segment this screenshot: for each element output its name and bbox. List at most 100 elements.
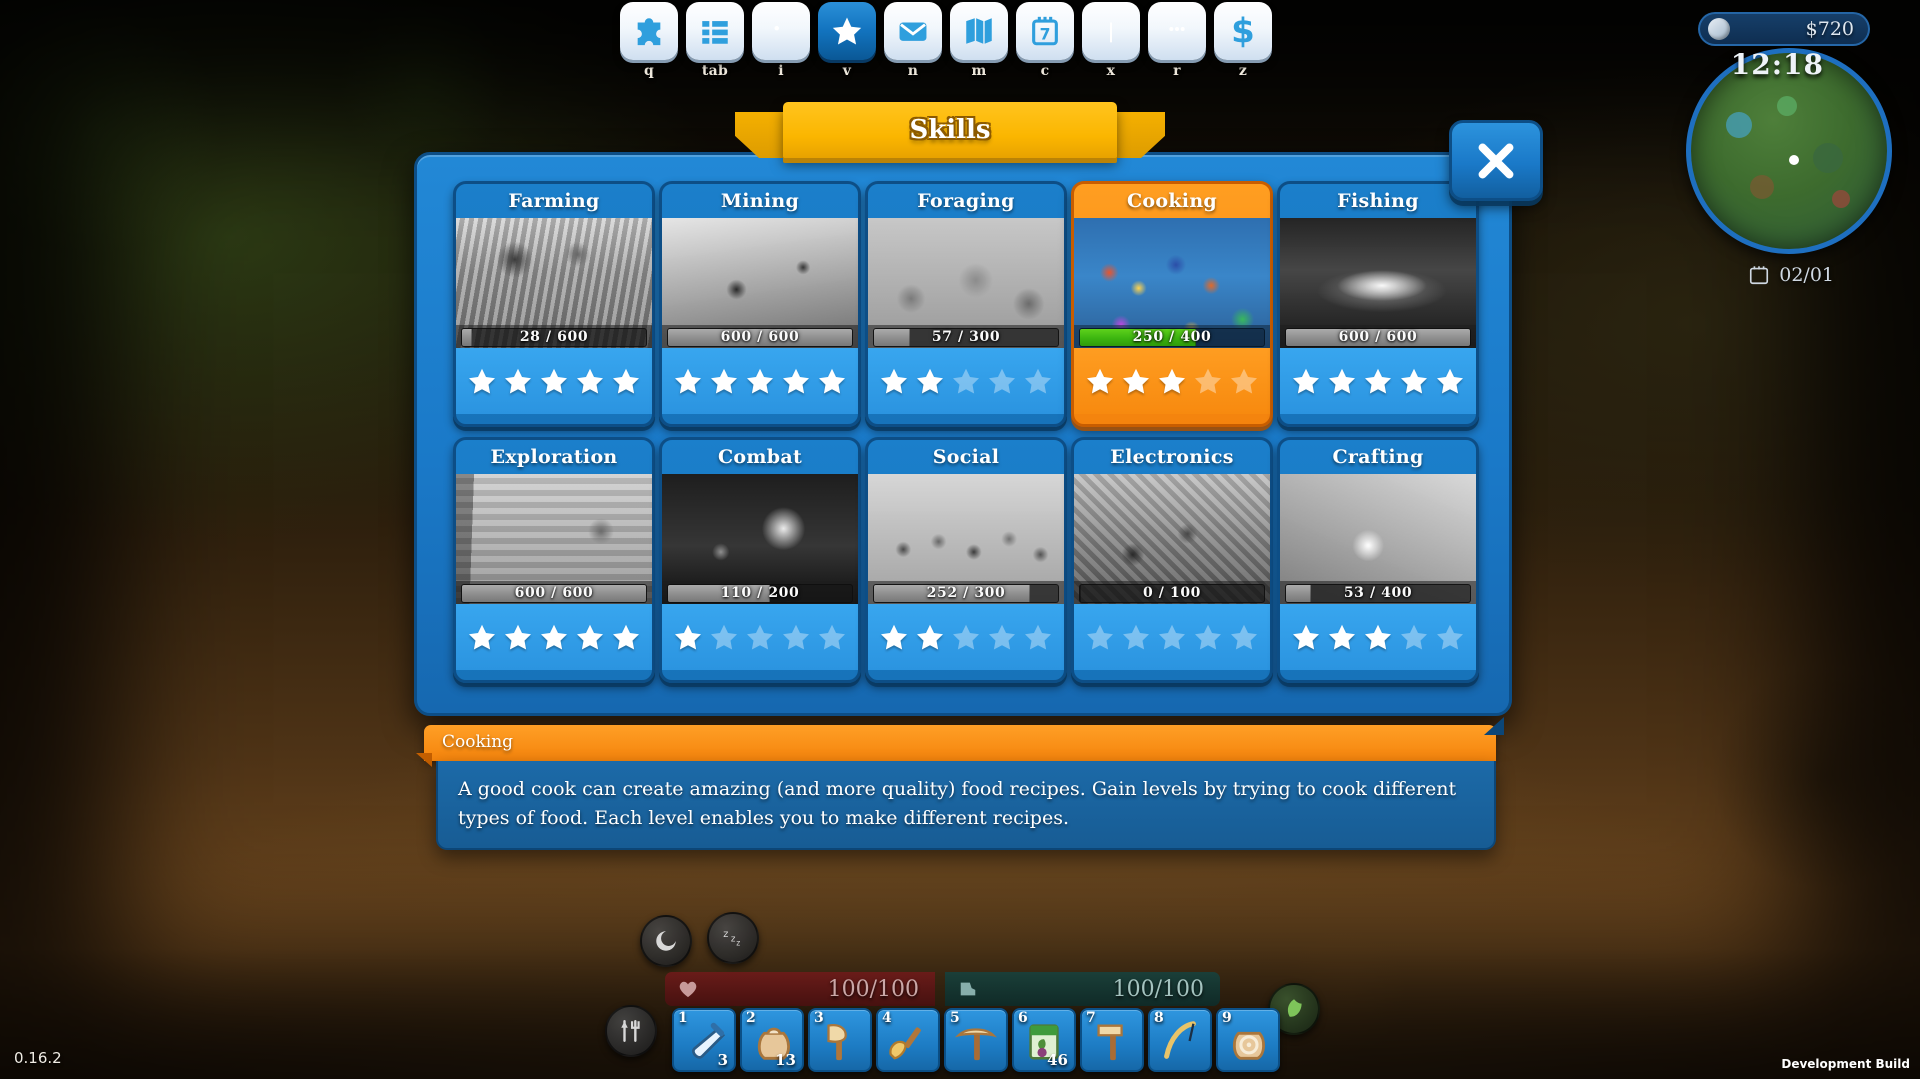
skill-card-foraging[interactable]: Foraging 57 / 300 — [865, 181, 1067, 427]
tools-button[interactable] — [605, 1005, 657, 1057]
toolbar-button-m[interactable] — [950, 2, 1008, 60]
skill-thumbnail: 600 / 600 — [456, 474, 652, 604]
hotbar-item-quantity: 13 — [775, 1051, 796, 1069]
hotbar-slot-2[interactable]: 2 13 — [740, 1008, 804, 1072]
skill-name: Cooking — [1126, 190, 1218, 212]
skill-card-mining[interactable]: Mining 600 / 600 — [659, 181, 861, 427]
hotbar-slot-9[interactable]: 9 — [1216, 1008, 1280, 1072]
toolbar-item-q: q — [620, 2, 678, 79]
skill-star-row — [456, 604, 652, 670]
skills-banner: Skills — [735, 102, 1165, 164]
calendar-icon — [1750, 266, 1769, 285]
hotbar-slot-7[interactable]: 7 — [1080, 1008, 1144, 1072]
skill-card-exploration[interactable]: Exploration 600 / 600 — [453, 437, 655, 683]
toolbar-button-z[interactable]: $ — [1214, 2, 1272, 60]
skills-grid: Farming 28 / 600 Mining 600 / 600 Foraging 57… — [453, 181, 1479, 683]
progress-label: 600 / 600 — [514, 584, 594, 601]
chat-icon — [1169, 27, 1185, 32]
skill-star-filled — [469, 368, 495, 394]
skill-card-combat[interactable]: Combat 110 / 200 — [659, 437, 861, 683]
list-icon — [702, 21, 728, 44]
hotbar-slot-6[interactable]: 6 46 — [1012, 1008, 1076, 1072]
skill-star-filled — [541, 368, 567, 394]
toolbar-button-n[interactable] — [884, 2, 942, 60]
close-button[interactable] — [1449, 120, 1543, 201]
hotkey-toolbar: q tab i v n m 7 c x r $ z — [620, 2, 1272, 79]
skill-progress-bar: 0 / 100 — [1074, 581, 1270, 604]
puzzle-icon — [637, 18, 661, 46]
skill-star-filled — [1437, 368, 1463, 394]
skill-star-filled — [1365, 624, 1391, 650]
skill-thumbnail: 250 / 400 — [1074, 218, 1270, 348]
toolbar-button-q[interactable] — [620, 2, 678, 60]
skill-star-filled — [1293, 624, 1319, 650]
hotbar-slot-3[interactable]: 3 — [808, 1008, 872, 1072]
hotbar-slot-1[interactable]: 13 — [672, 1008, 736, 1072]
sleep-button[interactable] — [640, 915, 692, 967]
skill-star-filled — [577, 624, 603, 650]
date-text: 02/01 — [1779, 264, 1834, 286]
boot-icon — [960, 982, 976, 996]
toolbar-button-x[interactable] — [1082, 2, 1140, 60]
skill-star-empty — [819, 624, 845, 650]
skill-card-electronics[interactable]: Electronics 0 / 100 — [1071, 437, 1273, 683]
skill-star-row — [456, 348, 652, 414]
skill-star-row — [662, 348, 858, 414]
skill-name: Electronics — [1110, 446, 1234, 468]
skill-star-empty — [747, 624, 773, 650]
map-icon — [966, 18, 992, 44]
toolbar-key-label: z — [1238, 63, 1248, 79]
toolbar-item-x: x — [1082, 2, 1140, 79]
progress-label: 28 / 600 — [519, 328, 589, 345]
skill-thumbnail: 110 / 200 — [662, 474, 858, 604]
skill-thumbnail: 28 / 600 — [456, 218, 652, 348]
skill-name: Fishing — [1337, 190, 1419, 212]
progress-label: 600 / 600 — [1338, 328, 1418, 345]
skill-star-filled — [1329, 368, 1355, 394]
skill-star-filled — [881, 624, 907, 650]
skill-progress-bar: 110 / 200 — [662, 581, 858, 604]
minimap-dirt-blob — [1749, 174, 1774, 199]
description-text: A good cook can create amazing (and more… — [458, 778, 1457, 829]
skill-star-empty — [1025, 368, 1051, 394]
money-display: $720 — [1698, 12, 1870, 46]
toolbar-key-label: x — [1106, 63, 1116, 79]
skill-card-farming[interactable]: Farming 28 / 600 — [453, 181, 655, 427]
skill-star-filled — [1087, 368, 1113, 394]
skill-star-empty — [711, 624, 737, 650]
toolbar-item-c: 7c — [1016, 2, 1074, 79]
rest-button[interactable]: z z z — [707, 912, 759, 964]
toolbar-button-v[interactable] — [818, 2, 876, 60]
toolbar-button-tab[interactable] — [686, 2, 744, 60]
skill-card-social[interactable]: Social 252 / 300 — [865, 437, 1067, 683]
skill-name: Farming — [508, 190, 600, 212]
sleep-icon — [656, 931, 676, 951]
toolbar-button-r[interactable] — [1148, 2, 1206, 60]
skill-card-fishing[interactable]: Fishing 600 / 600 — [1277, 181, 1479, 427]
toolbar-item-m: m — [950, 2, 1008, 79]
skill-star-filled — [917, 368, 943, 394]
skill-star-row — [1074, 604, 1270, 670]
progress-label: 110 / 200 — [720, 584, 800, 601]
skill-star-filled — [747, 368, 773, 394]
skill-card-crafting[interactable]: Crafting 53 / 400 — [1277, 437, 1479, 683]
skill-star-filled — [783, 368, 809, 394]
skill-star-empty — [953, 368, 979, 394]
hotbar-slot-5[interactable]: 5 — [944, 1008, 1008, 1072]
skill-thumbnail: 600 / 600 — [1280, 218, 1476, 348]
toolbar-button-i[interactable] — [752, 2, 810, 60]
skill-star-filled — [675, 624, 701, 650]
pickaxe-icon — [954, 1028, 998, 1061]
toolbar-key-label: r — [1173, 63, 1181, 79]
skill-star-empty — [1123, 624, 1149, 650]
skill-card-cooking[interactable]: Cooking 250 / 400 — [1071, 181, 1273, 427]
hotbar-slot-8[interactable]: 8 — [1148, 1008, 1212, 1072]
hotbar-slot-4[interactable]: 4 — [876, 1008, 940, 1072]
skill-star-filled — [613, 368, 639, 394]
toolbar-item-i: i — [752, 2, 810, 79]
toolbar-button-c[interactable]: 7 — [1016, 2, 1074, 60]
skill-star-row — [1280, 348, 1476, 414]
skill-star-filled — [505, 368, 531, 394]
skill-star-filled — [613, 624, 639, 650]
svg-text:z: z — [731, 934, 736, 944]
